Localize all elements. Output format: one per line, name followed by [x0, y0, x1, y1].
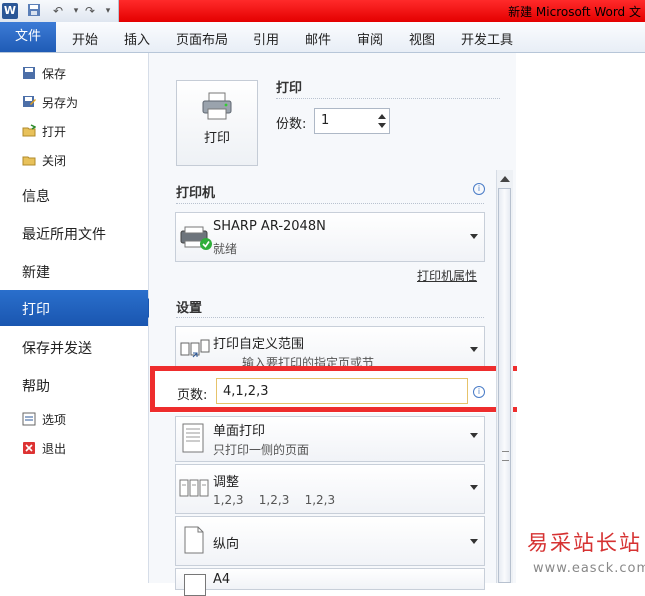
- printer-name: SHARP AR-2048N: [213, 219, 326, 234]
- custom-range-icon: [180, 339, 210, 365]
- redo-icon[interactable]: ↷: [82, 3, 98, 19]
- nav-exit[interactable]: 退出: [22, 440, 66, 457]
- paper-size-dropdown[interactable]: A4: [175, 568, 485, 596]
- quick-access-toolbar: W ↶ ▾ ↷ ▾: [0, 0, 119, 22]
- printer-icon: [201, 91, 233, 121]
- tab-page-layout[interactable]: 页面布局: [176, 29, 228, 48]
- nav-save-label: 保存: [42, 67, 67, 81]
- info-icon[interactable]: i: [473, 183, 485, 195]
- ribbon-tabs: 文件 开始 插入 页面布局 引用 邮件 审阅 视图 开发工具: [0, 22, 645, 53]
- nav-save-as-label: 另存为: [42, 96, 79, 110]
- highlight-box: [150, 366, 530, 412]
- collate-title: 调整: [213, 475, 240, 490]
- watermark-text: 易采站长站: [527, 531, 642, 555]
- nav-exit-label: 退出: [42, 442, 67, 456]
- exit-icon: [22, 441, 36, 455]
- collate-dropdown[interactable]: 调整 1,2,3 1,2,3 1,2,3: [175, 464, 485, 514]
- options-icon: [22, 412, 36, 426]
- chevron-down-icon: [470, 539, 478, 544]
- backstage-nav: 保存 另存为 打开 关闭 信息 最近所用文件 新建 打印 保存并发送 帮助 选项…: [0, 53, 158, 583]
- grip-icon: [502, 451, 509, 461]
- tab-developer[interactable]: 开发工具: [461, 29, 513, 48]
- settings-heading: 设置: [176, 301, 203, 316]
- copies-value: 1: [321, 113, 330, 128]
- nav-save-send[interactable]: 保存并发送: [22, 338, 92, 358]
- collate-subtitle: 1,2,3 1,2,3 1,2,3: [213, 493, 336, 507]
- preview-area: [517, 53, 645, 583]
- copies-stepper[interactable]: 1: [314, 108, 390, 134]
- portrait-icon: [184, 526, 204, 558]
- tab-file[interactable]: 文件: [0, 22, 56, 52]
- save-as-icon: [22, 95, 36, 109]
- word-logo-icon[interactable]: W: [2, 3, 18, 19]
- tab-references[interactable]: 引用: [253, 29, 279, 48]
- nav-options-label: 选项: [42, 413, 67, 427]
- spin-down-icon[interactable]: [378, 123, 386, 128]
- window-title: 新建 Microsoft Word 文: [508, 5, 641, 19]
- orientation-dropdown[interactable]: 纵向: [175, 516, 485, 566]
- nav-close-label: 关闭: [42, 154, 67, 168]
- nav-open-label: 打开: [42, 125, 67, 139]
- print-button[interactable]: 打印: [176, 80, 258, 166]
- printer-dropdown[interactable]: SHARP AR-2048N 就绪: [175, 212, 485, 262]
- save-icon: [22, 66, 36, 80]
- save-icon[interactable]: [26, 3, 42, 19]
- orientation-title: 纵向: [213, 537, 240, 552]
- nav-open[interactable]: 打开: [22, 123, 66, 140]
- nav-close[interactable]: 关闭: [22, 152, 66, 169]
- spin-up-icon[interactable]: [378, 114, 386, 119]
- undo-icon[interactable]: ↶: [50, 3, 66, 19]
- open-folder-icon: [22, 124, 37, 138]
- collate-icon: [179, 477, 211, 503]
- paper-icon: [184, 574, 206, 596]
- paper-title: A4: [213, 572, 231, 587]
- close-folder-icon: [22, 153, 36, 167]
- tab-insert[interactable]: 插入: [124, 29, 150, 48]
- nav-print-label: 打印: [22, 302, 50, 318]
- print-button-label: 打印: [203, 131, 230, 146]
- printer-status: 就绪: [213, 242, 238, 256]
- nav-save-as[interactable]: 另存为: [22, 94, 78, 111]
- nav-help[interactable]: 帮助: [22, 376, 50, 396]
- sides-subtitle: 只打印一侧的页面: [213, 443, 310, 457]
- watermark-url: www.easck.com: [533, 561, 645, 576]
- chevron-down-icon: [470, 433, 478, 438]
- nav-save[interactable]: 保存: [22, 65, 66, 82]
- divider: [176, 317, 484, 318]
- sides-title: 单面打印: [213, 424, 266, 439]
- nav-new[interactable]: 新建: [22, 262, 50, 282]
- customize-qat-icon[interactable]: ▾: [100, 3, 116, 19]
- vertical-scrollbar[interactable]: [496, 170, 513, 583]
- tab-review[interactable]: 审阅: [357, 29, 383, 48]
- chevron-down-icon: [470, 485, 478, 490]
- nav-options[interactable]: 选项: [22, 411, 66, 428]
- divider: [176, 203, 484, 204]
- tab-mailings[interactable]: 邮件: [305, 29, 331, 48]
- sides-dropdown[interactable]: 单面打印 只打印一侧的页面: [175, 416, 485, 462]
- nav-print[interactable]: 打印: [0, 290, 158, 326]
- nav-recent[interactable]: 最近所用文件: [22, 224, 106, 244]
- chevron-down-icon: [470, 234, 478, 239]
- copies-label: 份数:: [276, 117, 307, 132]
- printer-properties-link[interactable]: 打印机属性: [417, 267, 477, 284]
- print-heading: 打印: [276, 81, 303, 96]
- printer-device-icon: [179, 225, 213, 255]
- nav-info[interactable]: 信息: [22, 186, 50, 206]
- tab-view[interactable]: 视图: [409, 29, 435, 48]
- print-range-title: 打印自定义范围: [213, 337, 305, 352]
- divider: [276, 98, 500, 99]
- scroll-up-icon[interactable]: [500, 176, 510, 182]
- chevron-down-icon: [470, 347, 478, 352]
- tab-home[interactable]: 开始: [72, 29, 98, 48]
- printer-heading: 打印机: [176, 186, 216, 201]
- scroll-thumb[interactable]: [498, 188, 511, 583]
- single-sided-icon: [182, 423, 204, 457]
